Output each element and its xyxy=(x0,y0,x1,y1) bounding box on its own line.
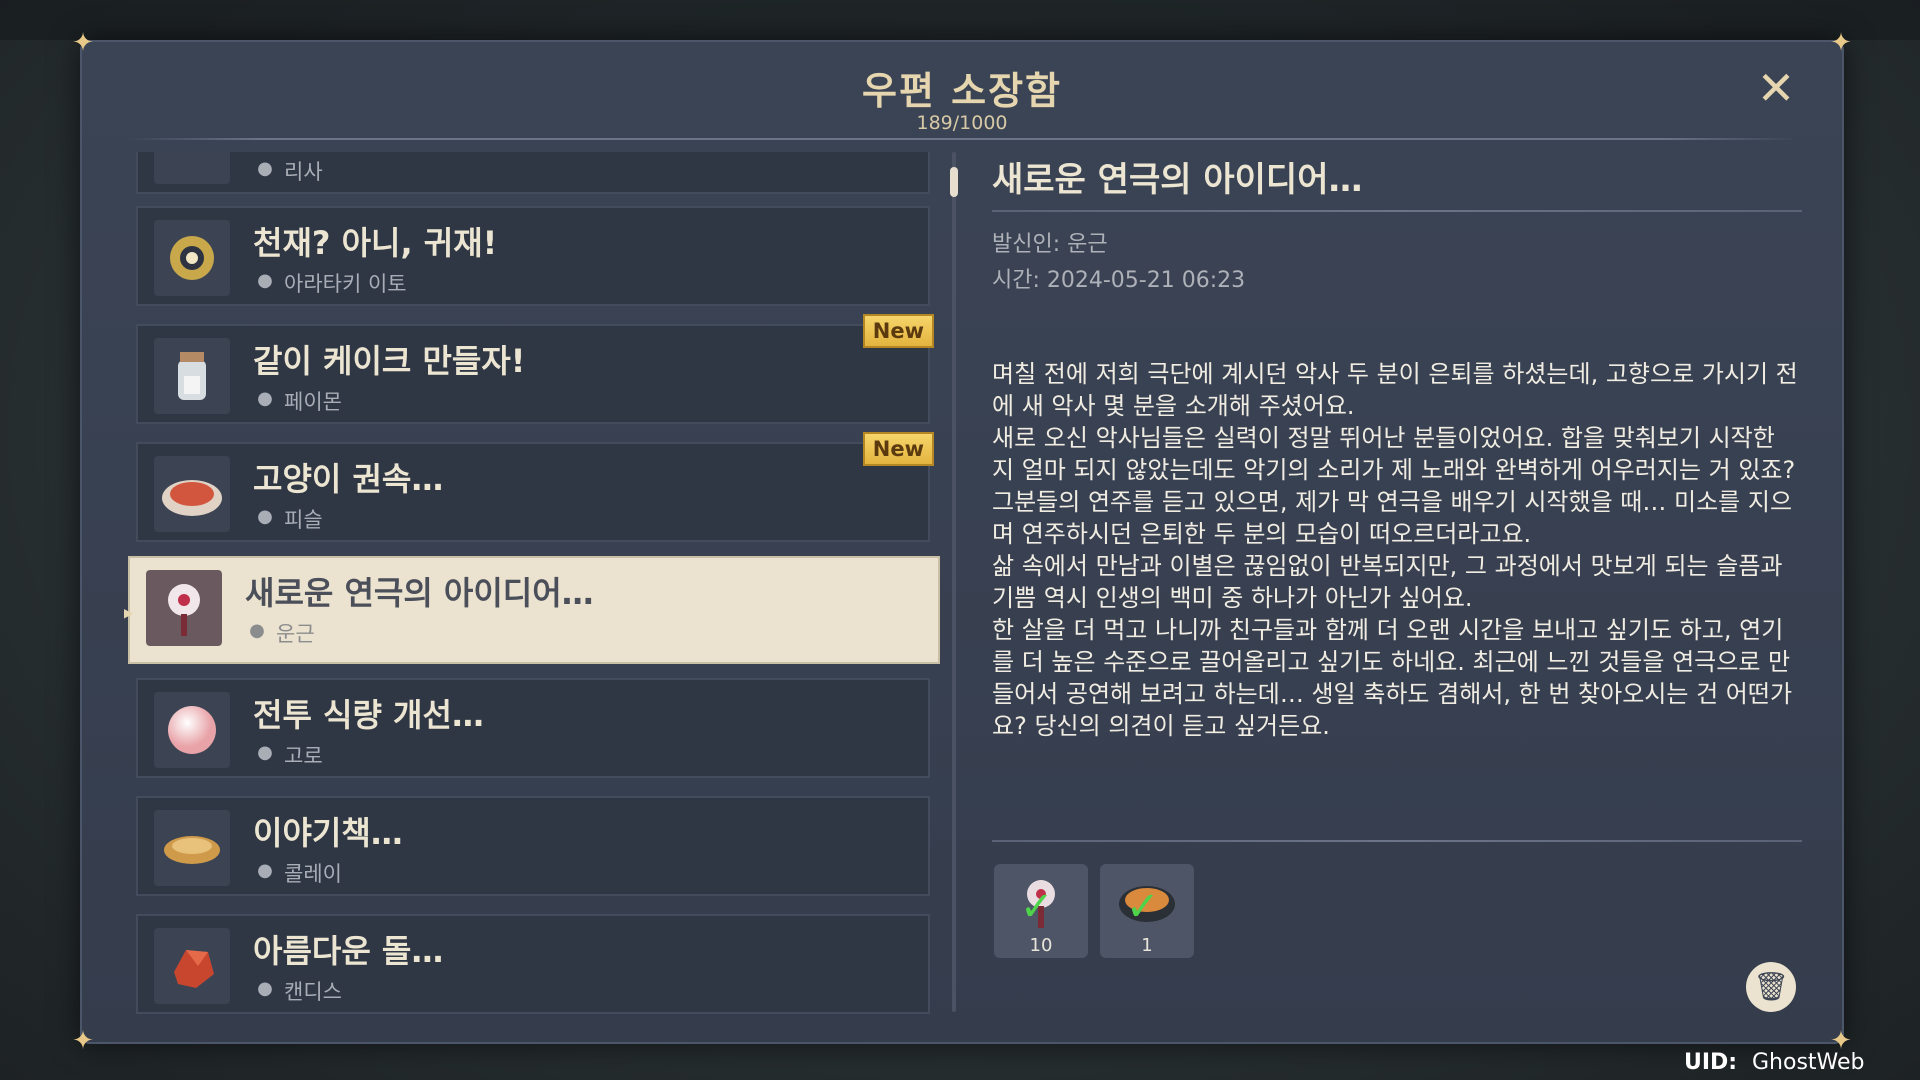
mail-list-item[interactable]: 이야기책… ● 콜레이 xyxy=(136,796,930,896)
mail-subject: 새로운 연극의 아이디어… xyxy=(245,574,594,612)
person-icon: ● xyxy=(257,270,273,291)
page-title: 우편 소장함 xyxy=(861,69,1063,113)
person-icon: ● xyxy=(257,158,273,179)
mail-sender: 아라타키 이토 xyxy=(284,272,407,296)
pearl-item-icon xyxy=(154,692,230,768)
background-hud-bar xyxy=(0,0,1920,40)
mail-subject: 이야기책… xyxy=(253,814,403,852)
close-icon: ✕ xyxy=(1756,61,1796,115)
corner-ornament-icon: ✦ xyxy=(72,28,94,58)
trash-icon: 🗑 xyxy=(1753,970,1789,1003)
uid-value: GhostWeb xyxy=(1752,1050,1865,1075)
mail-sender: 피슬 xyxy=(284,508,323,532)
attachment-item[interactable]: ✓ 1 xyxy=(1100,864,1194,958)
scrollbar-thumb[interactable] xyxy=(950,167,958,197)
mail-list-item[interactable]: 전투 식량 개선… ● 고로 xyxy=(136,678,930,778)
mail-list-item[interactable]: 고양이 권속… ● 피슬 New xyxy=(136,432,934,542)
detail-divider xyxy=(992,210,1802,212)
mail-subject: 같이 케이크 만들자! xyxy=(253,342,526,380)
mail-list-item[interactable]: ● 리사 xyxy=(136,152,930,194)
person-icon: ● xyxy=(257,742,273,763)
food-plate-icon xyxy=(154,456,230,532)
uid-label: UID: xyxy=(1684,1050,1738,1075)
header-divider xyxy=(127,138,1797,140)
mail-list: ● 리사 천재? 아니, 귀재! ● 아라타키 이토 같이 케이크 만들자! ●… xyxy=(124,152,946,1014)
attachment-divider xyxy=(992,840,1802,842)
check-icon: ✓ xyxy=(1126,884,1160,930)
mail-list-item[interactable]: 아름다운 돌… ● 캔디스 xyxy=(136,914,930,1014)
detail-body: 며칠 전에 저희 극단에 계시던 악사 두 분이 은퇴를 하셨는데, 고향으로 … xyxy=(992,360,1798,740)
mail-sender: 캔디스 xyxy=(284,980,342,1004)
selection-arrow-icon: ▶ xyxy=(124,600,134,624)
person-icon: ● xyxy=(257,506,273,527)
stone-item-icon xyxy=(154,928,230,1004)
bread-item-icon xyxy=(154,810,230,886)
gift-dish-icon xyxy=(154,152,230,184)
mail-list-item[interactable]: 천재? 아니, 귀재! ● 아라타키 이토 xyxy=(136,206,930,306)
attachment-item[interactable]: ✓ 10 xyxy=(994,864,1088,958)
person-icon: ● xyxy=(257,978,273,999)
attachment-quantity: 10 xyxy=(1029,935,1053,956)
attachment-quantity: 1 xyxy=(1141,935,1153,956)
close-button[interactable]: ✕ xyxy=(1752,64,1800,112)
mail-subject: 아름다운 돌… xyxy=(253,932,444,970)
mail-subject: 천재? 아니, 귀재! xyxy=(253,224,498,262)
mailbox-panel: ✦ ✦ ✦ ✦ 우편 소장함 189/1000 ✕ ● 리사 천재? 아니, 귀… xyxy=(72,28,1852,1056)
mail-sender: 리사 xyxy=(284,160,323,184)
mail-list-item-selected[interactable]: ▶ 새로운 연극의 아이디어… ● 운근 xyxy=(124,556,940,664)
jar-item-icon xyxy=(154,338,230,414)
corner-ornament-icon: ✦ xyxy=(72,1026,94,1056)
mail-subject: 전투 식량 개선… xyxy=(253,696,484,734)
delete-button[interactable]: 🗑 xyxy=(1746,962,1796,1012)
medal-item-icon xyxy=(154,220,230,296)
scrollbar-track[interactable] xyxy=(952,152,956,1012)
check-icon: ✓ xyxy=(1020,884,1054,930)
detail-title: 새로운 연극의 아이디어… xyxy=(992,160,1363,200)
mail-sender: 페이몬 xyxy=(284,390,342,414)
detail-time: 시간: 2024-05-21 06:23 xyxy=(992,268,1246,293)
person-icon: ● xyxy=(257,860,273,881)
new-badge: New xyxy=(862,314,934,348)
mail-detail: 새로운 연극의 아이디어… 발신인: 운근 시간: 2024-05-21 06:… xyxy=(992,152,1802,1014)
mail-sender: 운근 xyxy=(276,622,315,646)
detail-sender: 발신인: 운근 xyxy=(992,232,1108,257)
mail-sender: 고로 xyxy=(284,744,323,768)
mail-list-item[interactable]: 같이 케이크 만들자! ● 페이몬 New xyxy=(136,314,934,424)
new-badge: New xyxy=(862,432,934,466)
mail-count: 189/1000 xyxy=(916,112,1008,134)
person-icon: ● xyxy=(249,620,265,641)
flower-item-icon xyxy=(146,570,222,646)
mail-sender: 콜레이 xyxy=(284,862,342,886)
person-icon: ● xyxy=(257,388,273,409)
mail-subject: 고양이 권속… xyxy=(253,460,444,498)
corner-ornament-icon: ✦ xyxy=(1830,28,1852,58)
